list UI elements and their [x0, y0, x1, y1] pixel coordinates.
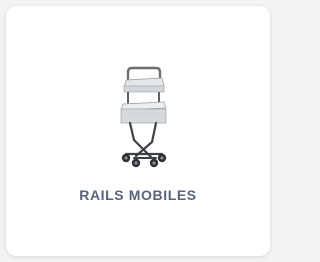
product-card[interactable]: RAILS MOBILES — [6, 6, 270, 256]
card-title[interactable]: RAILS MOBILES — [6, 187, 270, 203]
mobile-cart-image — [120, 66, 167, 168]
